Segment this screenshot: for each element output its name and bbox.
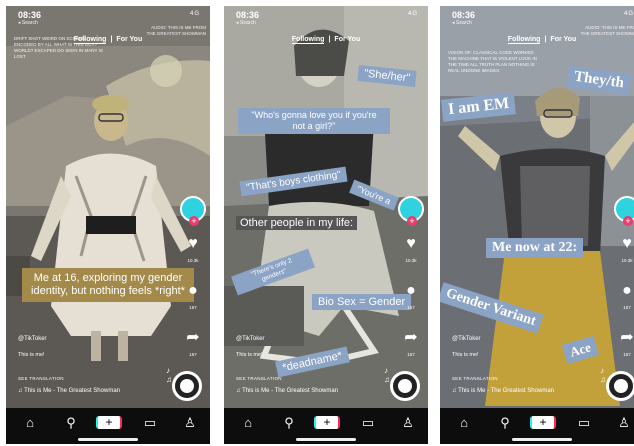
back-to-search[interactable]: ◂ Search	[236, 20, 256, 26]
tab-following[interactable]: Following	[291, 36, 325, 44]
share-arrow-icon[interactable]: ➦ 167	[614, 330, 634, 363]
video-panel-3[interactable]: 08:36 ◂ Search 4G VISION OF: CLASSICAL C…	[440, 6, 634, 444]
video-caption: This is me!	[452, 352, 479, 358]
create-button[interactable]: +	[96, 416, 122, 429]
home-icon[interactable]: ⌂	[20, 415, 40, 430]
sound-label: This is Me - The Greatest Showman	[458, 388, 554, 394]
inbox-icon[interactable]: ▭	[140, 415, 160, 431]
creator-avatar[interactable]: +	[180, 196, 206, 226]
signal-indicator: 4G	[189, 11, 200, 17]
like-count: 10.3k	[187, 258, 199, 263]
signal-indicator: 4G	[407, 11, 418, 17]
home-icon[interactable]: ⌂	[454, 415, 474, 430]
signal-indicator: 4G	[623, 11, 634, 17]
bottom-nav: ⌂ ⚲ + ▭ ♙	[440, 408, 634, 444]
see-translation-link[interactable]: SEE TRANSLATION	[236, 376, 282, 381]
sound-label: This is Me - The Greatest Showman	[242, 388, 338, 394]
other-people-heading: Other people in my life:	[236, 216, 358, 230]
profile-icon[interactable]: ♙	[614, 415, 634, 431]
video-panel-1[interactable]: 08:36 ◂ Search 4G DRIFT SHOT WEIRD ON SC…	[6, 6, 210, 444]
like-count: 10.3k	[405, 258, 417, 263]
home-indicator	[78, 438, 138, 441]
bottom-nav: ⌂ ⚲ + ▭ ♙	[224, 408, 428, 444]
sound-title[interactable]: ♫ This is Me - The Greatest Showman	[18, 388, 120, 394]
comment-count: 167	[407, 305, 415, 310]
profile-icon[interactable]: ♙	[398, 415, 418, 431]
home-icon[interactable]: ⌂	[238, 415, 258, 430]
tab-for-you[interactable]: For You	[334, 36, 360, 43]
bottom-nav: ⌂ ⚲ + ▭ ♙	[6, 408, 210, 444]
follow-plus-icon[interactable]: +	[623, 216, 633, 226]
share-arrow-icon[interactable]: ➦ 167	[180, 330, 206, 363]
video-panel-2[interactable]: 08:36 ◂ Search 4G Following | For You "She…	[224, 6, 428, 444]
share-count: 167	[189, 352, 197, 357]
follow-plus-icon[interactable]: +	[189, 216, 199, 226]
music-notes-icon: ♪ ♫	[384, 366, 390, 384]
like-heart-icon[interactable]: ♥ 10.3k	[180, 236, 206, 269]
like-heart-icon[interactable]: ♥ 10.3k	[398, 236, 424, 269]
comment-icon[interactable]: ● 167	[614, 283, 634, 316]
sound-disc-icon[interactable]	[606, 371, 634, 401]
quote-gonna-love: "Who's gonna love you if you're not a gi…	[238, 108, 390, 134]
status-bar: 08:36 ◂ Search 4G	[224, 6, 428, 30]
action-rail: + ♥ 10.3k ● 167 ➦ 167	[614, 196, 634, 363]
share-count: 167	[407, 352, 415, 357]
me-now-at-22: Me now at 22:	[486, 238, 584, 258]
music-notes-icon: ♪ ♫	[600, 366, 606, 384]
video-caption: This is me!	[18, 352, 45, 358]
feed-tabs: Following | For You	[73, 36, 143, 44]
see-translation-link[interactable]: SEE TRANSLATION	[18, 376, 64, 381]
create-button[interactable]: +	[314, 416, 340, 429]
home-indicator	[296, 438, 356, 441]
follow-plus-icon[interactable]: +	[407, 216, 417, 226]
comment-icon[interactable]: ● 167	[180, 283, 206, 316]
status-time: 08:36	[452, 10, 476, 20]
see-translation-link[interactable]: SEE TRANSLATION	[452, 376, 498, 381]
comment-count: 167	[623, 305, 631, 310]
video-top-caption: VISION OF: CLASSICAL CODE WORKED THE MAC…	[448, 50, 537, 73]
comment-count: 167	[189, 305, 197, 310]
status-time: 08:36	[236, 10, 260, 20]
discover-search-icon[interactable]: ⚲	[61, 415, 81, 431]
inbox-icon[interactable]: ▭	[574, 415, 594, 431]
creator-handle[interactable]: @TikToker	[452, 336, 481, 342]
share-arrow-icon[interactable]: ➦ 167	[398, 330, 424, 363]
sound-label: This is Me - The Greatest Showman	[24, 388, 120, 394]
sound-title[interactable]: ♫ This is Me - The Greatest Showman	[236, 388, 338, 394]
share-count: 167	[623, 352, 631, 357]
feed-tabs: Following | For You	[291, 36, 361, 44]
back-to-search[interactable]: ◂ Search	[452, 20, 472, 26]
like-heart-icon[interactable]: ♥ 10.3k	[614, 236, 634, 269]
music-notes-icon: ♪ ♫	[166, 366, 172, 384]
like-count: 10.3k	[621, 258, 633, 263]
status-time: 08:36	[18, 10, 42, 20]
feed-tabs: Following | For You	[507, 36, 577, 44]
action-rail: + ♥ 10.3k ● 167 ➦ 167	[180, 196, 206, 363]
create-button[interactable]: +	[530, 416, 556, 429]
home-indicator	[512, 438, 572, 441]
profile-icon[interactable]: ♙	[180, 415, 200, 431]
creator-avatar[interactable]: +	[614, 196, 634, 226]
video-caption: This is me!	[236, 352, 263, 358]
comment-icon[interactable]: ● 167	[398, 283, 424, 316]
inbox-icon[interactable]: ▭	[358, 415, 378, 431]
tab-for-you[interactable]: For You	[116, 36, 142, 43]
sound-title[interactable]: ♫ This is Me - The Greatest Showman	[452, 388, 554, 394]
sound-disc-icon[interactable]	[390, 371, 420, 401]
quote-bio-sex-gender: Bio Sex = Gender	[312, 294, 412, 310]
sound-disc-icon[interactable]	[172, 371, 202, 401]
creator-handle[interactable]: @TikToker	[236, 336, 265, 342]
discover-search-icon[interactable]: ⚲	[495, 415, 515, 431]
main-caption-overlay: Me at 16, exploring my gender identity, …	[22, 268, 194, 302]
tab-following[interactable]: Following	[507, 36, 541, 44]
discover-search-icon[interactable]: ⚲	[279, 415, 299, 431]
back-to-search[interactable]: ◂ Search	[18, 20, 38, 26]
creator-avatar[interactable]: +	[398, 196, 424, 226]
tab-for-you[interactable]: For You	[550, 36, 576, 43]
creator-handle[interactable]: @TikToker	[18, 336, 47, 342]
action-rail: + ♥ 10.3k ● 167 ➦ 167	[398, 196, 424, 363]
tab-following[interactable]: Following	[73, 36, 107, 44]
